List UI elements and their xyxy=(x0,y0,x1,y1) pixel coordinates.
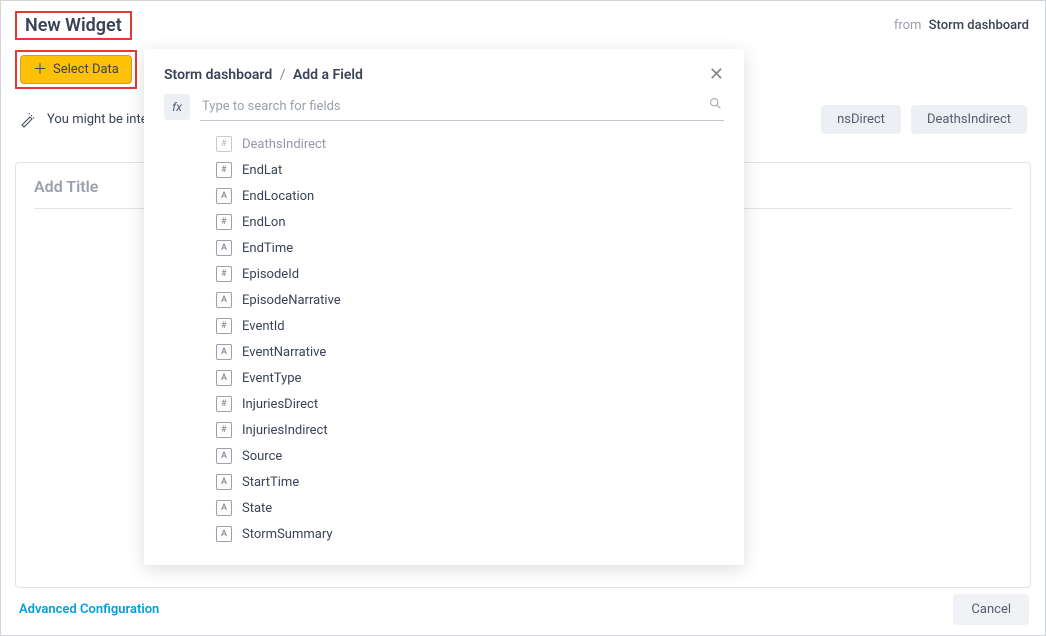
numeric-type-icon: # xyxy=(216,318,232,334)
field-item[interactable]: A EventType xyxy=(216,365,724,391)
page-title: New Widget xyxy=(25,15,122,36)
field-name: DeathsIndirect xyxy=(242,137,326,152)
field-item[interactable]: A EndLocation xyxy=(216,183,724,209)
from-dashboard-label: from Storm dashboard xyxy=(894,18,1029,33)
field-item[interactable]: # InjuriesDirect xyxy=(216,391,724,417)
select-data-highlight-box: ＋ Select Data xyxy=(15,50,137,89)
field-name: EndLat xyxy=(242,163,282,178)
header: New Widget from Storm dashboard xyxy=(1,1,1045,48)
search-icon xyxy=(709,97,722,114)
numeric-type-icon: # xyxy=(216,162,232,178)
magic-wand-icon xyxy=(19,112,35,128)
field-item[interactable]: A StormSummary xyxy=(216,521,724,547)
field-name: EndTime xyxy=(242,241,293,256)
text-type-icon: A xyxy=(216,240,232,256)
plus-icon: ＋ xyxy=(33,63,47,77)
search-input-wrap xyxy=(200,93,724,121)
field-name: EpisodeId xyxy=(242,267,299,282)
numeric-type-icon: # xyxy=(216,396,232,412)
numeric-type-icon: # xyxy=(216,422,232,438)
text-type-icon: A xyxy=(216,474,232,490)
formula-button[interactable]: fx xyxy=(164,94,190,120)
field-item[interactable]: # EventId xyxy=(216,313,724,339)
text-type-icon: A xyxy=(216,448,232,464)
field-name: InjuriesDirect xyxy=(242,397,318,412)
suggestion-text: You might be inte xyxy=(47,112,148,127)
numeric-type-icon: # xyxy=(216,214,232,230)
field-item[interactable]: A EventNarrative xyxy=(216,339,724,365)
numeric-type-icon: # xyxy=(216,266,232,282)
field-name: InjuriesIndirect xyxy=(242,423,328,438)
field-name: Source xyxy=(242,449,282,464)
suggestion-chip[interactable]: nsDirect xyxy=(821,105,901,134)
text-type-icon: A xyxy=(216,292,232,308)
field-item[interactable]: # EpisodeId xyxy=(216,261,724,287)
suggestion-chip[interactable]: DeathsIndirect xyxy=(911,105,1027,134)
field-name: EventId xyxy=(242,319,285,334)
footer: Advanced Configuration Cancel xyxy=(1,586,1045,635)
field-item[interactable]: A EpisodeNarrative xyxy=(216,287,724,313)
field-name: StartTime xyxy=(242,475,299,490)
field-item[interactable]: # EndLat xyxy=(216,157,724,183)
suggestion-chips: nsDirect DeathsIndirect xyxy=(821,105,1027,134)
field-name: EpisodeNarrative xyxy=(242,293,341,308)
field-item[interactable]: # DeathsIndirect xyxy=(216,131,724,157)
field-item[interactable]: A EndTime xyxy=(216,235,724,261)
text-type-icon: A xyxy=(216,526,232,542)
field-item[interactable]: # EndLon xyxy=(216,209,724,235)
page-title-highlight-box: New Widget xyxy=(15,11,132,40)
page-root: New Widget from Storm dashboard ＋ Select… xyxy=(0,0,1046,636)
field-item[interactable]: A StartTime xyxy=(216,469,724,495)
popover-header: Storm dashboard / Add a Field ✕ xyxy=(164,67,724,83)
field-name: EndLocation xyxy=(242,189,314,204)
field-name: EventType xyxy=(242,371,301,386)
field-item[interactable]: # InjuriesIndirect xyxy=(216,417,724,443)
breadcrumb: Storm dashboard / Add a Field xyxy=(164,67,363,83)
field-item[interactable]: A State xyxy=(216,495,724,521)
text-type-icon: A xyxy=(216,188,232,204)
field-name: StormSummary xyxy=(242,527,333,542)
search-input[interactable] xyxy=(200,93,724,121)
close-icon[interactable]: ✕ xyxy=(709,68,724,82)
field-name: EndLon xyxy=(242,215,286,230)
field-list[interactable]: # DeathsIndirect # EndLat A EndLocation # EndLo… xyxy=(164,131,724,547)
numeric-type-icon: # xyxy=(216,136,232,152)
text-type-icon: A xyxy=(216,344,232,360)
search-row: fx xyxy=(164,93,724,121)
field-name: EventNarrative xyxy=(242,345,326,360)
field-name: State xyxy=(242,501,272,516)
add-field-popover: Storm dashboard / Add a Field ✕ fx # Deat… xyxy=(144,49,744,565)
field-item[interactable]: A Source xyxy=(216,443,724,469)
cancel-button[interactable]: Cancel xyxy=(953,594,1029,625)
text-type-icon: A xyxy=(216,500,232,516)
advanced-configuration-link[interactable]: Advanced Configuration xyxy=(19,602,159,617)
select-data-button[interactable]: ＋ Select Data xyxy=(20,55,132,84)
text-type-icon: A xyxy=(216,370,232,386)
